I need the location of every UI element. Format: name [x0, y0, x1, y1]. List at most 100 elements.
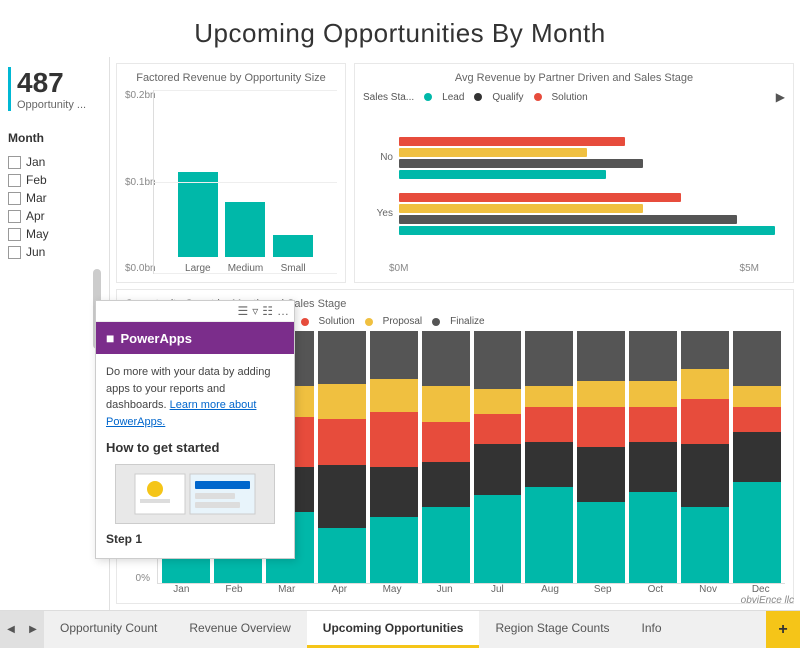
tab-info[interactable]: Info [626, 611, 678, 648]
filter-checkbox-jun[interactable] [8, 246, 21, 259]
month-label-mar: Mar [262, 584, 311, 595]
legend-nav-right[interactable]: ▶ [776, 90, 785, 104]
y-label-2: $0.1bn [125, 177, 149, 188]
factored-revenue-title: Factored Revenue by Opportunity Size [125, 72, 337, 84]
tab-info-label: Info [642, 621, 662, 635]
label-finalize: Finalize [450, 316, 484, 327]
avg-revenue-legend: Sales Sta... Lead Qualify Solution ▶ [363, 90, 785, 104]
stacked-seg-oct-4 [629, 331, 677, 381]
filter-item-mar[interactable]: Mar [8, 189, 101, 207]
dot-proposal [365, 318, 373, 326]
kpi-number: 487 [17, 67, 101, 99]
stacked-seg-jul-2 [474, 414, 522, 444]
tab-add-icon: + [778, 621, 787, 639]
h-bar-yes-solution [399, 193, 681, 202]
stacked-seg-dec-3 [733, 386, 781, 406]
month-label-jul: Jul [473, 584, 522, 595]
h-bar-group-no: No [373, 137, 775, 179]
stacked-seg-jun-1 [422, 462, 470, 507]
stacked-seg-aug-1 [525, 442, 573, 487]
tab-region-stage-counts[interactable]: Region Stage Counts [479, 611, 625, 648]
filter-item-may[interactable]: May [8, 225, 101, 243]
filter-item-apr[interactable]: Apr [8, 207, 101, 225]
popup-step: Step 1 [106, 530, 284, 548]
filter-list: Jan Feb Mar Apr May [8, 153, 101, 261]
filter-text-jun: Jun [26, 245, 45, 259]
stacked-seg-nov-1 [681, 444, 729, 507]
tab-revenue-overview-label: Revenue Overview [189, 621, 290, 635]
stacked-seg-apr-1 [318, 465, 366, 528]
stacked-col-aug [525, 331, 573, 583]
stacked-seg-jul-3 [474, 389, 522, 414]
stacked-seg-sep-1 [577, 447, 625, 502]
stacked-seg-jun-0 [422, 507, 470, 583]
h-bar-yes-qualify [399, 215, 737, 224]
stacked-seg-dec-2 [733, 407, 781, 432]
legend-dot-solution [534, 93, 542, 101]
filter-item-feb[interactable]: Feb [8, 171, 101, 189]
stacked-col-sep [577, 331, 625, 583]
x-label-0m: $0M [389, 263, 408, 274]
sidebar: 487 Opportunity ... Month Jan Feb Mar [0, 57, 110, 610]
filter-text-apr: Apr [26, 209, 45, 223]
stacked-seg-sep-2 [577, 407, 625, 447]
stacked-seg-sep-4 [577, 331, 625, 381]
stacked-seg-apr-0 [318, 528, 366, 583]
filter-checkbox-mar[interactable] [8, 192, 21, 205]
filter-checkbox-feb[interactable] [8, 174, 21, 187]
stacked-col-dec [733, 331, 781, 583]
month-label-jun: Jun [420, 584, 469, 595]
avg-revenue-title: Avg Revenue by Partner Driven and Sales … [363, 72, 785, 84]
month-label-may: May [368, 584, 417, 595]
tab-opportunity-count-label: Opportunity Count [60, 621, 157, 635]
toolbar-icon-grid[interactable]: ☷ [262, 304, 273, 318]
filter-item-jan[interactable]: Jan [8, 153, 101, 171]
tab-opportunity-count[interactable]: Opportunity Count [44, 611, 173, 648]
tab-upcoming-opportunities[interactable]: Upcoming Opportunities [307, 611, 480, 648]
filter-checkbox-apr[interactable] [8, 210, 21, 223]
h-bars-no [399, 137, 775, 179]
month-label-jan: Jan [157, 584, 206, 595]
factored-revenue-chart: Factored Revenue by Opportunity Size $0.… [116, 63, 346, 283]
dot-finalize [432, 318, 440, 326]
legend-label-lead: Lead [442, 92, 464, 103]
filter-checkbox-jan[interactable] [8, 156, 21, 169]
stacked-seg-jun-2 [422, 422, 470, 462]
y-label-3: $0.0bn [125, 263, 149, 274]
tab-nav-left[interactable]: ◀ [0, 611, 22, 648]
stacked-seg-apr-4 [318, 331, 366, 384]
popup-image [115, 464, 275, 524]
x-label-5m: $5M [740, 263, 759, 274]
filter-text-mar: Mar [26, 191, 47, 205]
tab-add-button[interactable]: + [766, 611, 800, 648]
tab-nav-right[interactable]: ▶ [22, 611, 44, 648]
stacked-seg-jul-1 [474, 444, 522, 494]
y-0: 0% [125, 573, 150, 584]
stacked-seg-may-2 [370, 412, 418, 467]
h-bar-group-yes: Yes [373, 193, 775, 235]
tab-bar: ◀ ▶ Opportunity Count Revenue Overview U… [0, 610, 800, 648]
legend-dot-qualify [474, 93, 482, 101]
h-bar-no-proposal [399, 148, 587, 157]
filter-item-jun[interactable]: Jun [8, 243, 101, 261]
stacked-seg-nov-0 [681, 507, 729, 583]
watermark: obviEnce llc [741, 595, 794, 606]
h-bar-yes-lead [399, 226, 775, 235]
popup-howto: How to get started [106, 438, 284, 458]
toolbar-icon-filter[interactable]: ▿ [252, 304, 258, 318]
month-label-aug: Aug [526, 584, 575, 595]
h-bar-no-qualify [399, 159, 643, 168]
legend-label-solution: Solution [552, 92, 588, 103]
powerapps-icon: ■ [106, 330, 114, 346]
filter-checkbox-may[interactable] [8, 228, 21, 241]
tab-revenue-overview[interactable]: Revenue Overview [173, 611, 306, 648]
filter-text-may: May [26, 227, 49, 241]
toolbar-icon-menu[interactable]: ☰ [237, 304, 248, 318]
stacked-seg-aug-4 [525, 331, 573, 386]
stacked-seg-may-3 [370, 379, 418, 412]
stacked-seg-may-0 [370, 517, 418, 583]
toolbar-icon-more[interactable]: … [277, 304, 289, 318]
month-label-apr: Apr [315, 584, 364, 595]
stacked-seg-jun-3 [422, 386, 470, 421]
tab-upcoming-opportunities-label: Upcoming Opportunities [323, 621, 464, 635]
